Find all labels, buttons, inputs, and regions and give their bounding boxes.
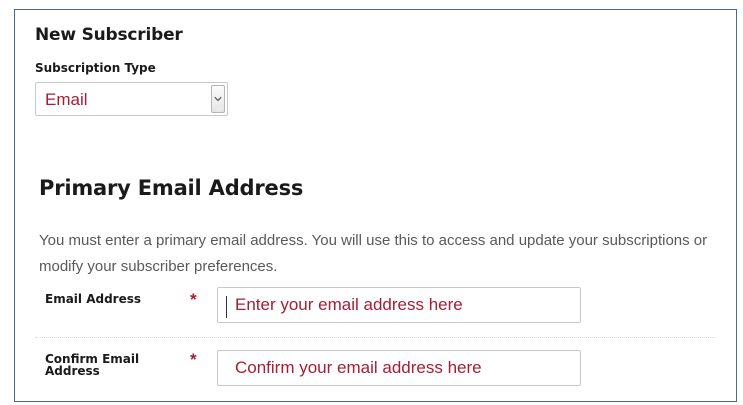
text-caret [226, 296, 227, 318]
subscription-type-label: Subscription Type [35, 61, 156, 75]
email-address-label: Email Address [45, 292, 142, 306]
select-arrow-button[interactable] [211, 85, 225, 113]
email-address-required-marker: * [190, 290, 197, 309]
confirm-email-address-required-marker: * [190, 350, 197, 369]
subscription-type-select[interactable]: Email [35, 82, 228, 116]
subscriber-form-panel: New Subscriber Subscription Type Email P… [14, 9, 737, 402]
chevron-down-icon [214, 96, 222, 102]
email-address-input[interactable] [217, 287, 581, 323]
confirm-email-address-input[interactable] [217, 350, 581, 386]
primary-email-section-title: Primary Email Address [39, 176, 304, 200]
primary-email-description: You must enter a primary email address. … [39, 232, 708, 275]
confirm-email-address-label: Confirm Email Address [45, 352, 140, 378]
form-title: New Subscriber [35, 25, 183, 45]
field-row-divider [35, 337, 715, 338]
subscription-type-selected-value: Email [45, 90, 88, 109]
